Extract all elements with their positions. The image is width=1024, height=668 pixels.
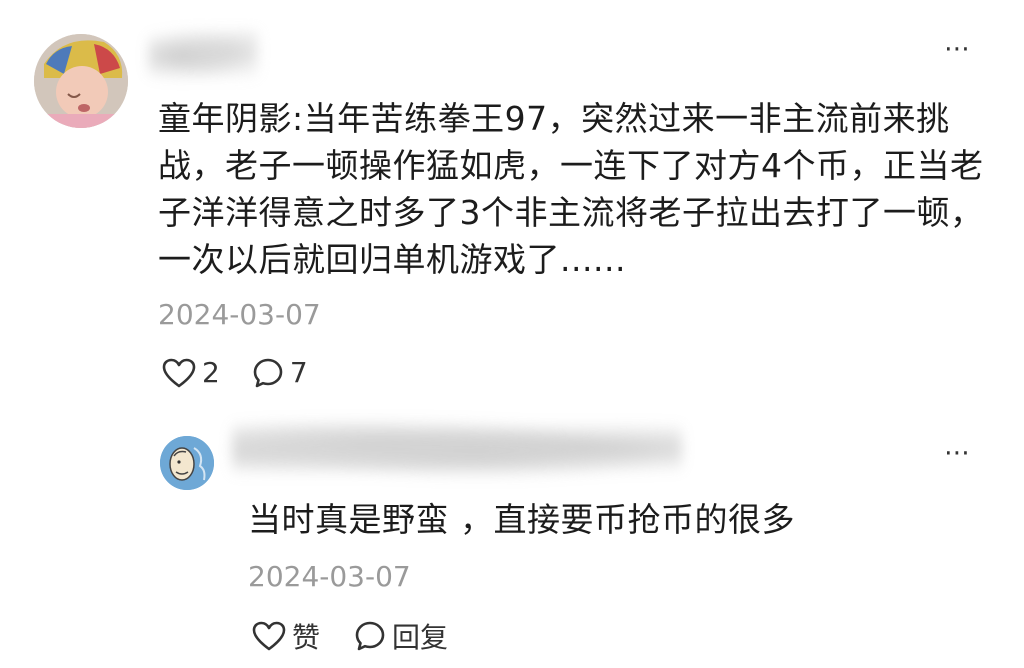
avatar[interactable]: [34, 34, 128, 128]
like-count: 2: [202, 356, 220, 389]
reply-actions: 赞 回复: [252, 616, 448, 656]
reply-like-button[interactable]: 赞: [252, 616, 320, 656]
reply-more-options-button[interactable]: ⋯: [944, 440, 971, 466]
comment-actions: 2 7: [162, 356, 308, 389]
reply-button[interactable]: 7: [252, 356, 308, 389]
heart-outline-icon: [252, 621, 286, 651]
comment-date: 2024-03-07: [158, 298, 321, 331]
reply-reply-label: 回复: [392, 621, 449, 654]
more-options-button[interactable]: ⋯: [944, 36, 971, 62]
username-blurred[interactable]: [148, 30, 258, 82]
reply-text: 当时真是野蛮 ，直接要币抢币的很多: [248, 500, 795, 539]
reply-reply-button[interactable]: 回复: [354, 616, 448, 656]
reply-avatar[interactable]: [160, 436, 214, 490]
more-dots-icon: ⋯: [944, 438, 971, 468]
speech-bubble-icon: [252, 357, 284, 389]
reply-count: 7: [289, 356, 308, 389]
cartoon-avatar-icon: [160, 436, 214, 490]
like-button[interactable]: 2: [162, 356, 220, 389]
comment-text: 童年阴影:当年苦练拳王97，突然过来一非主流前来挑战，老子一顿操作猛如虎，一连下…: [158, 99, 984, 279]
reply-date: 2024-03-07: [248, 560, 411, 593]
speech-bubble-icon: [354, 620, 386, 652]
reply-like-label: 赞: [292, 621, 321, 654]
heart-outline-icon: [162, 358, 196, 388]
reply-username-blurred[interactable]: [232, 420, 682, 482]
more-dots-icon: ⋯: [944, 34, 971, 64]
baby-photo-icon: [34, 34, 128, 128]
